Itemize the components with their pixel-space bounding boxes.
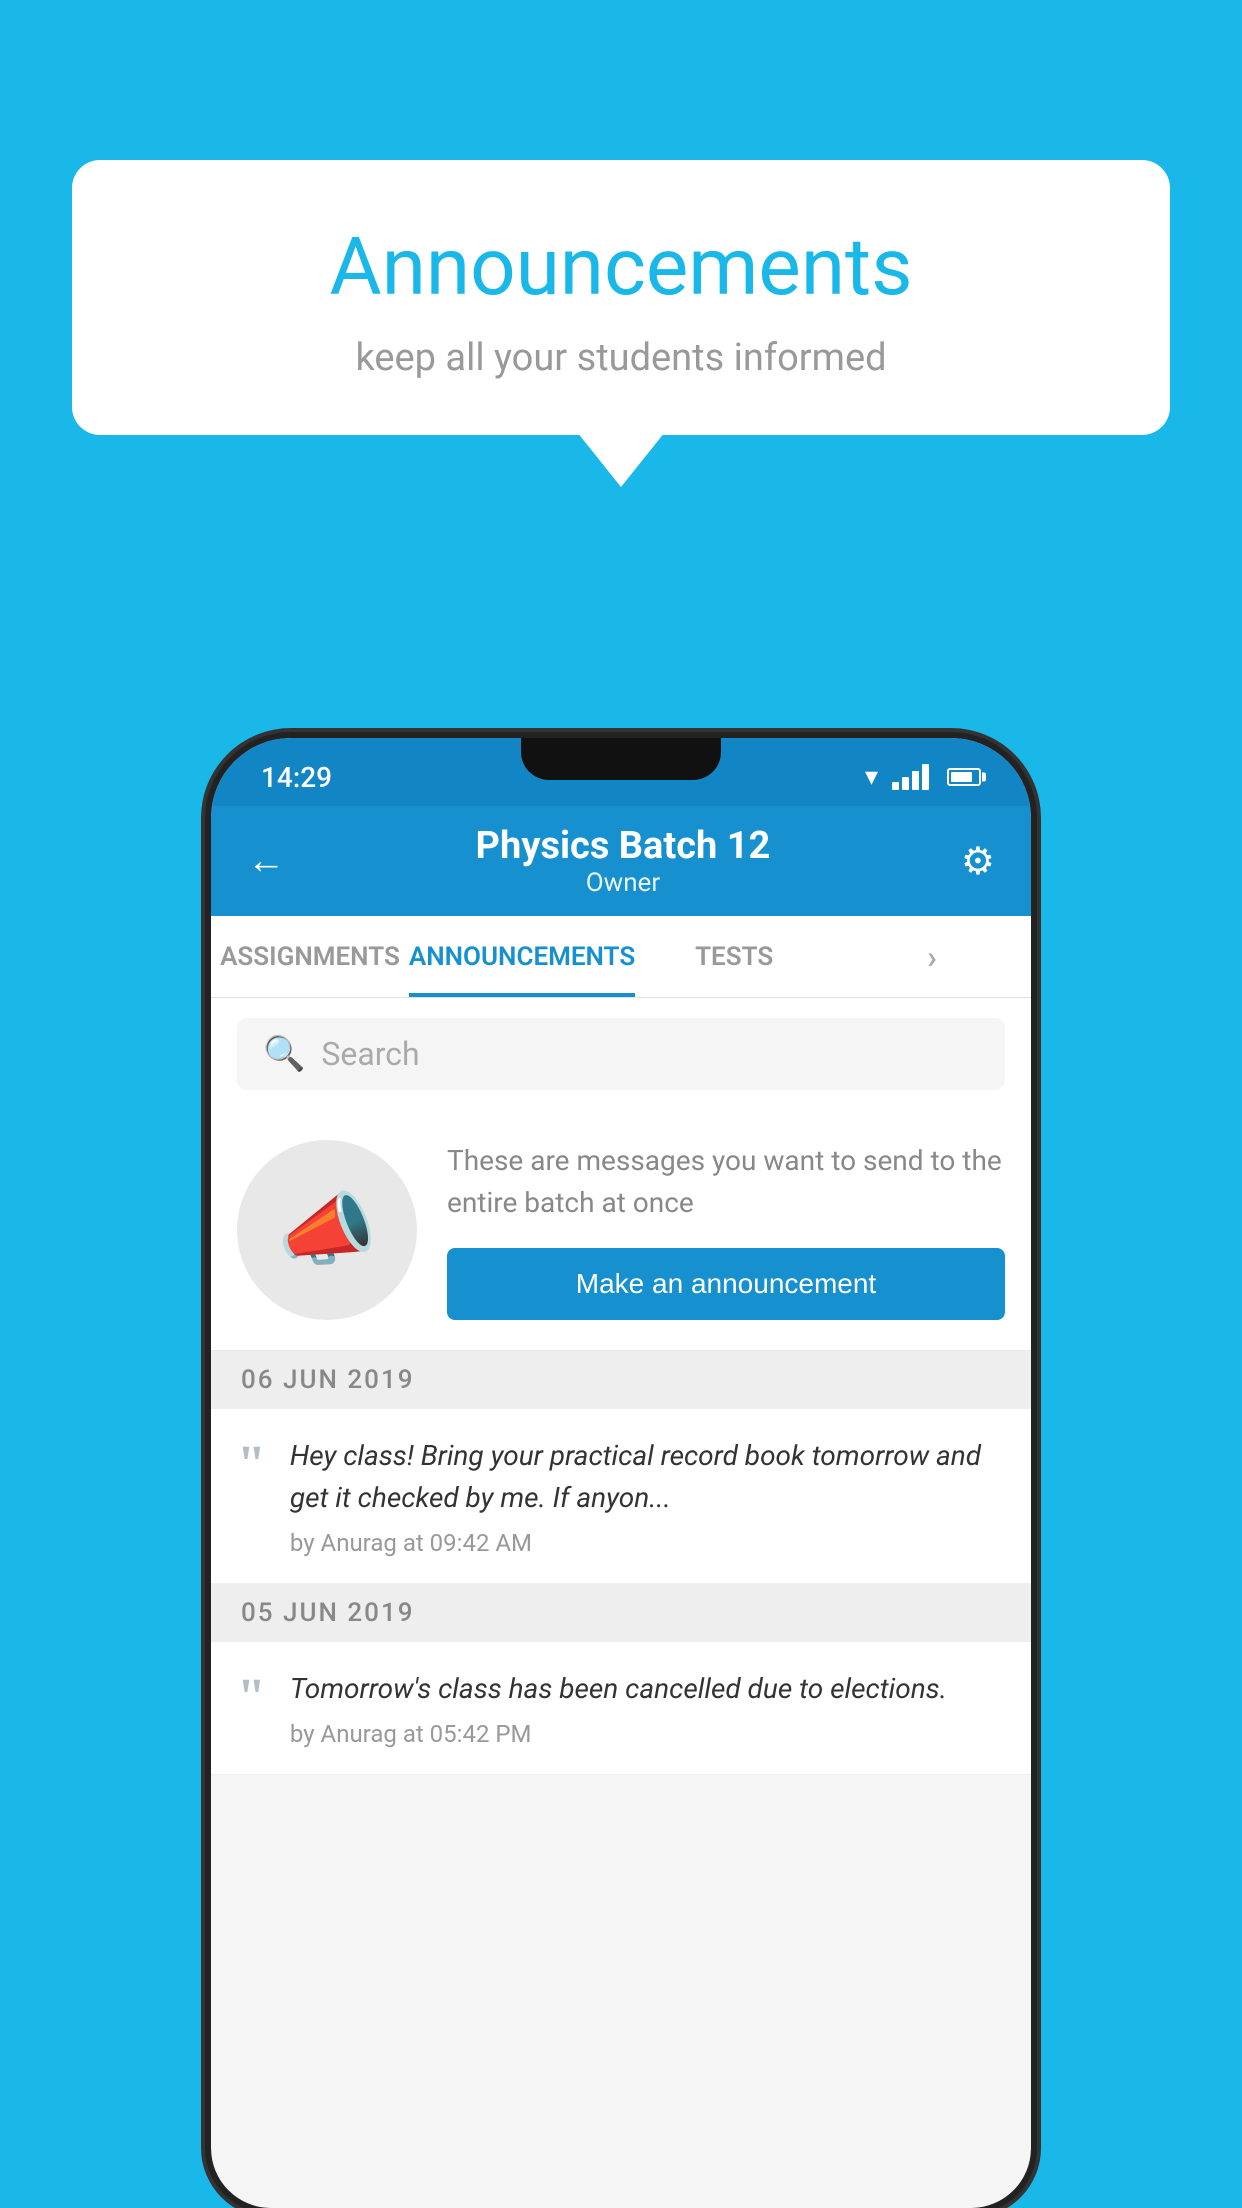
back-button[interactable]: ←: [247, 839, 285, 883]
announcement-prompt: 📣 These are messages you want to send to…: [211, 1110, 1031, 1351]
status-time: 14:29: [261, 761, 332, 794]
search-placeholder: Search: [321, 1035, 419, 1073]
speech-bubble: Announcements keep all your students inf…: [72, 160, 1170, 435]
announcement-content-2: Tomorrow's class has been cancelled due …: [290, 1668, 1005, 1748]
prompt-description: These are messages you want to send to t…: [447, 1140, 1005, 1224]
app-header: ← Physics Batch 12 Owner ⚙: [211, 806, 1031, 916]
speech-bubble-section: Announcements keep all your students inf…: [72, 160, 1170, 435]
bubble-subtitle: keep all your students informed: [152, 336, 1090, 380]
announcement-item-1: " Hey class! Bring your practical record…: [211, 1409, 1031, 1584]
announcement-item-2: " Tomorrow's class has been cancelled du…: [211, 1642, 1031, 1775]
announcement-text-1: Hey class! Bring your practical record b…: [290, 1435, 1005, 1519]
megaphone-icon: 📣: [277, 1183, 377, 1277]
phone-frame: 14:29 ▾ ← Physics Batch: [211, 738, 1031, 2208]
announcement-meta-2: by Anurag at 05:42 PM: [290, 1720, 1005, 1748]
search-icon: 🔍: [263, 1034, 305, 1074]
search-bar[interactable]: 🔍 Search: [237, 1018, 1005, 1090]
make-announcement-button[interactable]: Make an announcement: [447, 1248, 1005, 1320]
date-separator-1: 06 JUN 2019: [211, 1351, 1031, 1409]
battery-icon: [947, 768, 981, 786]
tab-announcements[interactable]: ANNOUNCEMENTS: [409, 916, 635, 997]
prompt-right: These are messages you want to send to t…: [447, 1140, 1005, 1320]
tab-tests[interactable]: TESTS: [635, 916, 833, 997]
quote-icon-2: ": [237, 1672, 266, 1724]
header-title: Physics Batch 12: [476, 824, 771, 868]
phone-notch: [521, 738, 721, 780]
tabs-bar: ASSIGNMENTS ANNOUNCEMENTS TESTS ›: [211, 916, 1031, 998]
header-subtitle: Owner: [476, 868, 771, 898]
announcement-text-2: Tomorrow's class has been cancelled due …: [290, 1668, 1005, 1710]
settings-icon[interactable]: ⚙: [961, 839, 995, 884]
search-container: 🔍 Search: [211, 998, 1031, 1110]
bubble-title: Announcements: [152, 220, 1090, 314]
content-area: 🔍 Search 📣 These are messages you want t…: [211, 998, 1031, 1775]
quote-icon-1: ": [237, 1439, 266, 1491]
signal-icon: [892, 764, 929, 790]
tab-more[interactable]: ›: [833, 916, 1031, 997]
tab-assignments[interactable]: ASSIGNMENTS: [211, 916, 409, 997]
megaphone-circle: 📣: [237, 1140, 417, 1320]
header-center: Physics Batch 12 Owner: [476, 824, 771, 898]
announcement-content-1: Hey class! Bring your practical record b…: [290, 1435, 1005, 1557]
announcement-meta-1: by Anurag at 09:42 AM: [290, 1529, 1005, 1557]
wifi-icon: ▾: [865, 762, 878, 792]
date-separator-2: 05 JUN 2019: [211, 1584, 1031, 1642]
status-icons: ▾: [865, 762, 981, 792]
phone-screen: 14:29 ▾ ← Physics Batch: [211, 738, 1031, 2208]
